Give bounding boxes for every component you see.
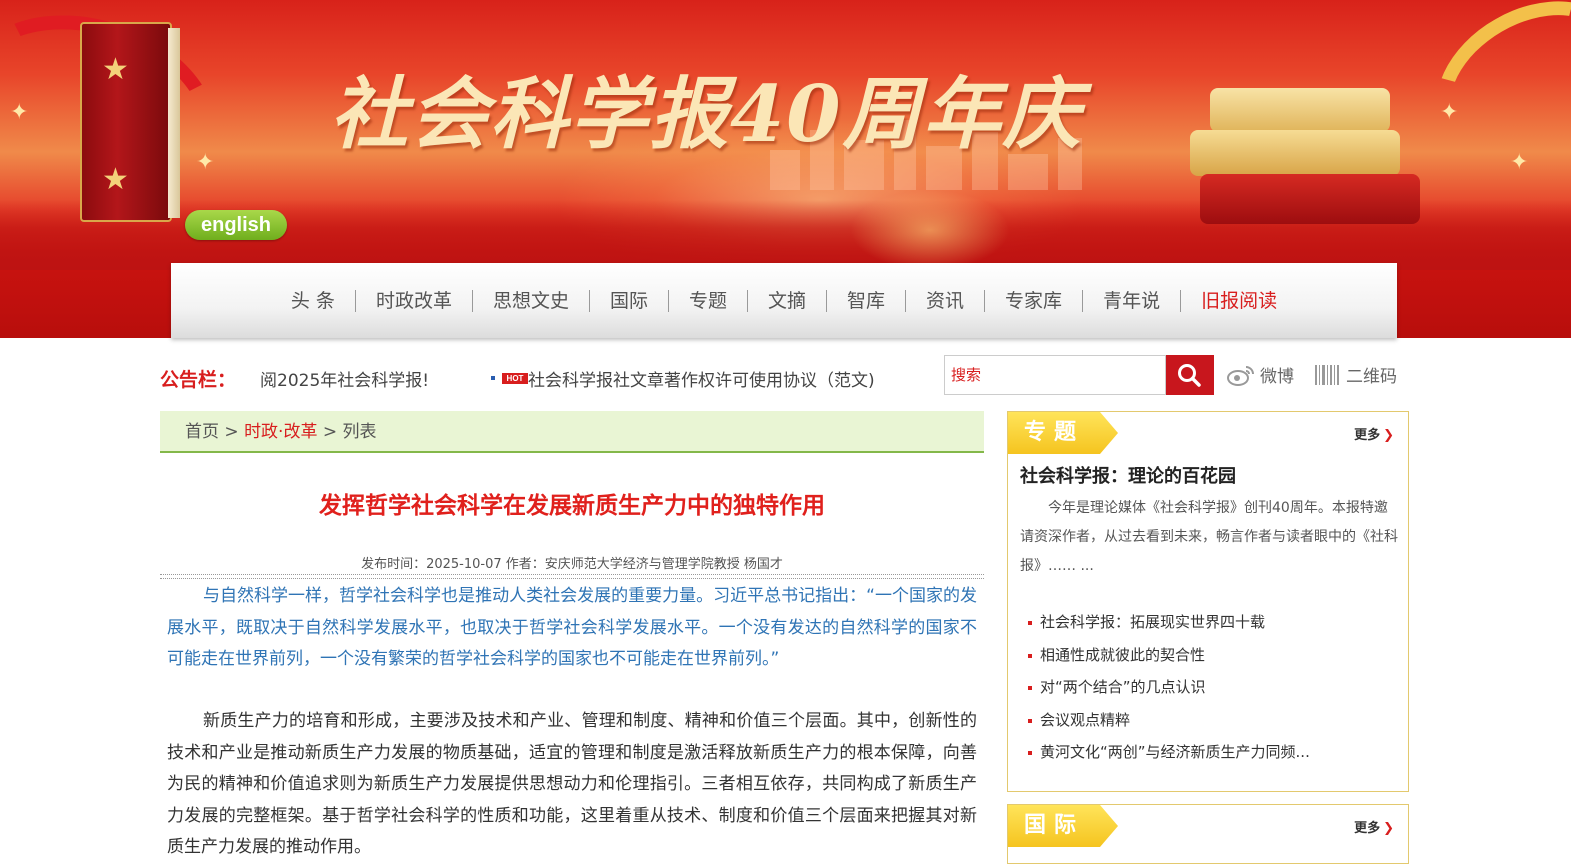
list-item[interactable]: 黄河文化“两创”与经济新质生产力同频... — [1026, 736, 1310, 769]
weibo-label: 微博 — [1260, 367, 1294, 387]
nav-item-news[interactable]: 资讯 — [905, 289, 984, 312]
notice-text[interactable]: 阅2025年社会科学报! — [260, 366, 429, 391]
article-title: 发挥哲学社会科学在发展新质生产力中的独特作用 — [319, 493, 825, 519]
star-sparkle-icon: ✦ — [1440, 100, 1459, 125]
breadcrumb-separator: > — [317, 422, 343, 442]
hot-badge: HOT — [502, 373, 528, 384]
list-item[interactable]: 会议观点精粹 — [1026, 704, 1310, 737]
golden-books-illustration — [1190, 88, 1420, 228]
double-arrow-icon: ❯ — [1383, 821, 1394, 836]
main-nav: 头 条 时政改革 思想文史 国际 专题 文摘 智库 资讯 专家库 青年说 旧报阅… — [171, 263, 1397, 338]
more-link[interactable]: 更多 ❯ — [1354, 424, 1394, 443]
breadcrumb: 首页 > 时政·改革 > 列表 — [160, 411, 984, 453]
more-label: 更多 — [1354, 428, 1381, 443]
star-sparkle-icon: ✦ — [196, 150, 215, 175]
panel-header: 国际 更多 ❯ — [1008, 805, 1408, 847]
qrcode-link[interactable]: 二维码 — [1314, 362, 1397, 387]
panel-header: 专题 更多 ❯ — [1008, 412, 1408, 454]
article-paragraph: 与自然科学一样，哲学社会科学也是推动人类社会发展的重要力量。习近平总书记指出：“… — [167, 586, 977, 669]
weibo-icon — [1227, 365, 1254, 386]
nav-item-headlines[interactable]: 头 条 — [271, 290, 355, 312]
panel-tab-title: 国际 — [1008, 805, 1118, 847]
weibo-link[interactable]: 微博 — [1226, 362, 1294, 387]
star-sparkle-icon: ✦ — [1510, 150, 1529, 175]
bullet-icon — [491, 376, 495, 380]
copyright-agreement-link[interactable]: 社会科学报社文章著作权许可使用协议（范文) — [528, 366, 875, 391]
special-topics-panel: 专题 更多 ❯ 社会科学报：理论的百花园 今年是理论媒体《社会科学报》创刊40周年… — [1007, 411, 1409, 792]
english-button[interactable]: english — [185, 210, 287, 240]
featured-description: 今年是理论媒体《社会科学报》创刊40周年。本报特邀请资深作者，从过去看到未来，畅… — [1020, 500, 1398, 574]
divider — [160, 574, 984, 579]
nav-item-think-tank[interactable]: 智库 — [826, 289, 905, 312]
breadcrumb-section[interactable]: 时政·改革 — [244, 422, 317, 442]
nav-item-youth[interactable]: 青年说 — [1082, 289, 1180, 312]
search-icon — [1178, 364, 1201, 387]
notice-label: 公告栏： — [160, 369, 237, 391]
nav-item-special[interactable]: 专题 — [667, 289, 747, 312]
more-label: 更多 — [1354, 821, 1381, 836]
search-field — [944, 355, 1166, 395]
breadcrumb-list[interactable]: 列表 — [343, 422, 377, 442]
banner-title: 社会科学报40周年庆 — [330, 69, 1083, 160]
featured-headline[interactable]: 社会科学报：理论的百花园 — [1020, 462, 1236, 488]
list-item[interactable]: 相通性成就彼此的契合性 — [1026, 639, 1310, 672]
nav-item-politics-reform[interactable]: 时政改革 — [354, 289, 472, 312]
qrcode-label: 二维码 — [1346, 367, 1397, 387]
golden-road-decoration — [850, 190, 1010, 270]
nav-item-digest[interactable]: 文摘 — [747, 289, 826, 312]
breadcrumb-home[interactable]: 首页 — [185, 422, 219, 442]
breadcrumb-separator: > — [219, 422, 245, 442]
ribbon-right-decoration — [1408, 0, 1571, 191]
article-meta: 发布时间：2025-10-07 作者：安庆师范大学经济与管理学院教授 杨国才 — [361, 557, 783, 572]
list-item[interactable]: 社会科学报：拓展现实世界四十载 — [1026, 606, 1310, 639]
star-sparkle-icon: ✦ — [10, 100, 29, 125]
search-input[interactable] — [945, 356, 1165, 394]
panel-tab-title: 专题 — [1008, 412, 1118, 454]
barcode-icon — [1315, 364, 1339, 385]
topic-list: 社会科学报：拓展现实世界四十载 相通性成就彼此的契合性 对“两个结合”的几点认识… — [1026, 606, 1310, 769]
nav-item-international[interactable]: 国际 — [588, 289, 668, 312]
nav-item-thought-history[interactable]: 思想文史 — [471, 289, 589, 312]
international-panel: 国际 更多 ❯ — [1007, 804, 1409, 864]
search-button[interactable] — [1166, 355, 1214, 395]
nav-item-experts[interactable]: 专家库 — [984, 289, 1082, 312]
article-paragraph: 新质生产力的培育和形成，主要涉及技术和产业、管理和制度、精神和价值三个层面。其中… — [167, 711, 977, 857]
nav-item-old-paper[interactable]: 旧报阅读 — [1180, 289, 1297, 312]
double-arrow-icon: ❯ — [1383, 428, 1394, 443]
red-book-illustration: ★ ★ — [80, 22, 180, 222]
more-link[interactable]: 更多 ❯ — [1354, 817, 1394, 836]
list-item[interactable]: 对“两个结合”的几点认识 — [1026, 671, 1310, 704]
